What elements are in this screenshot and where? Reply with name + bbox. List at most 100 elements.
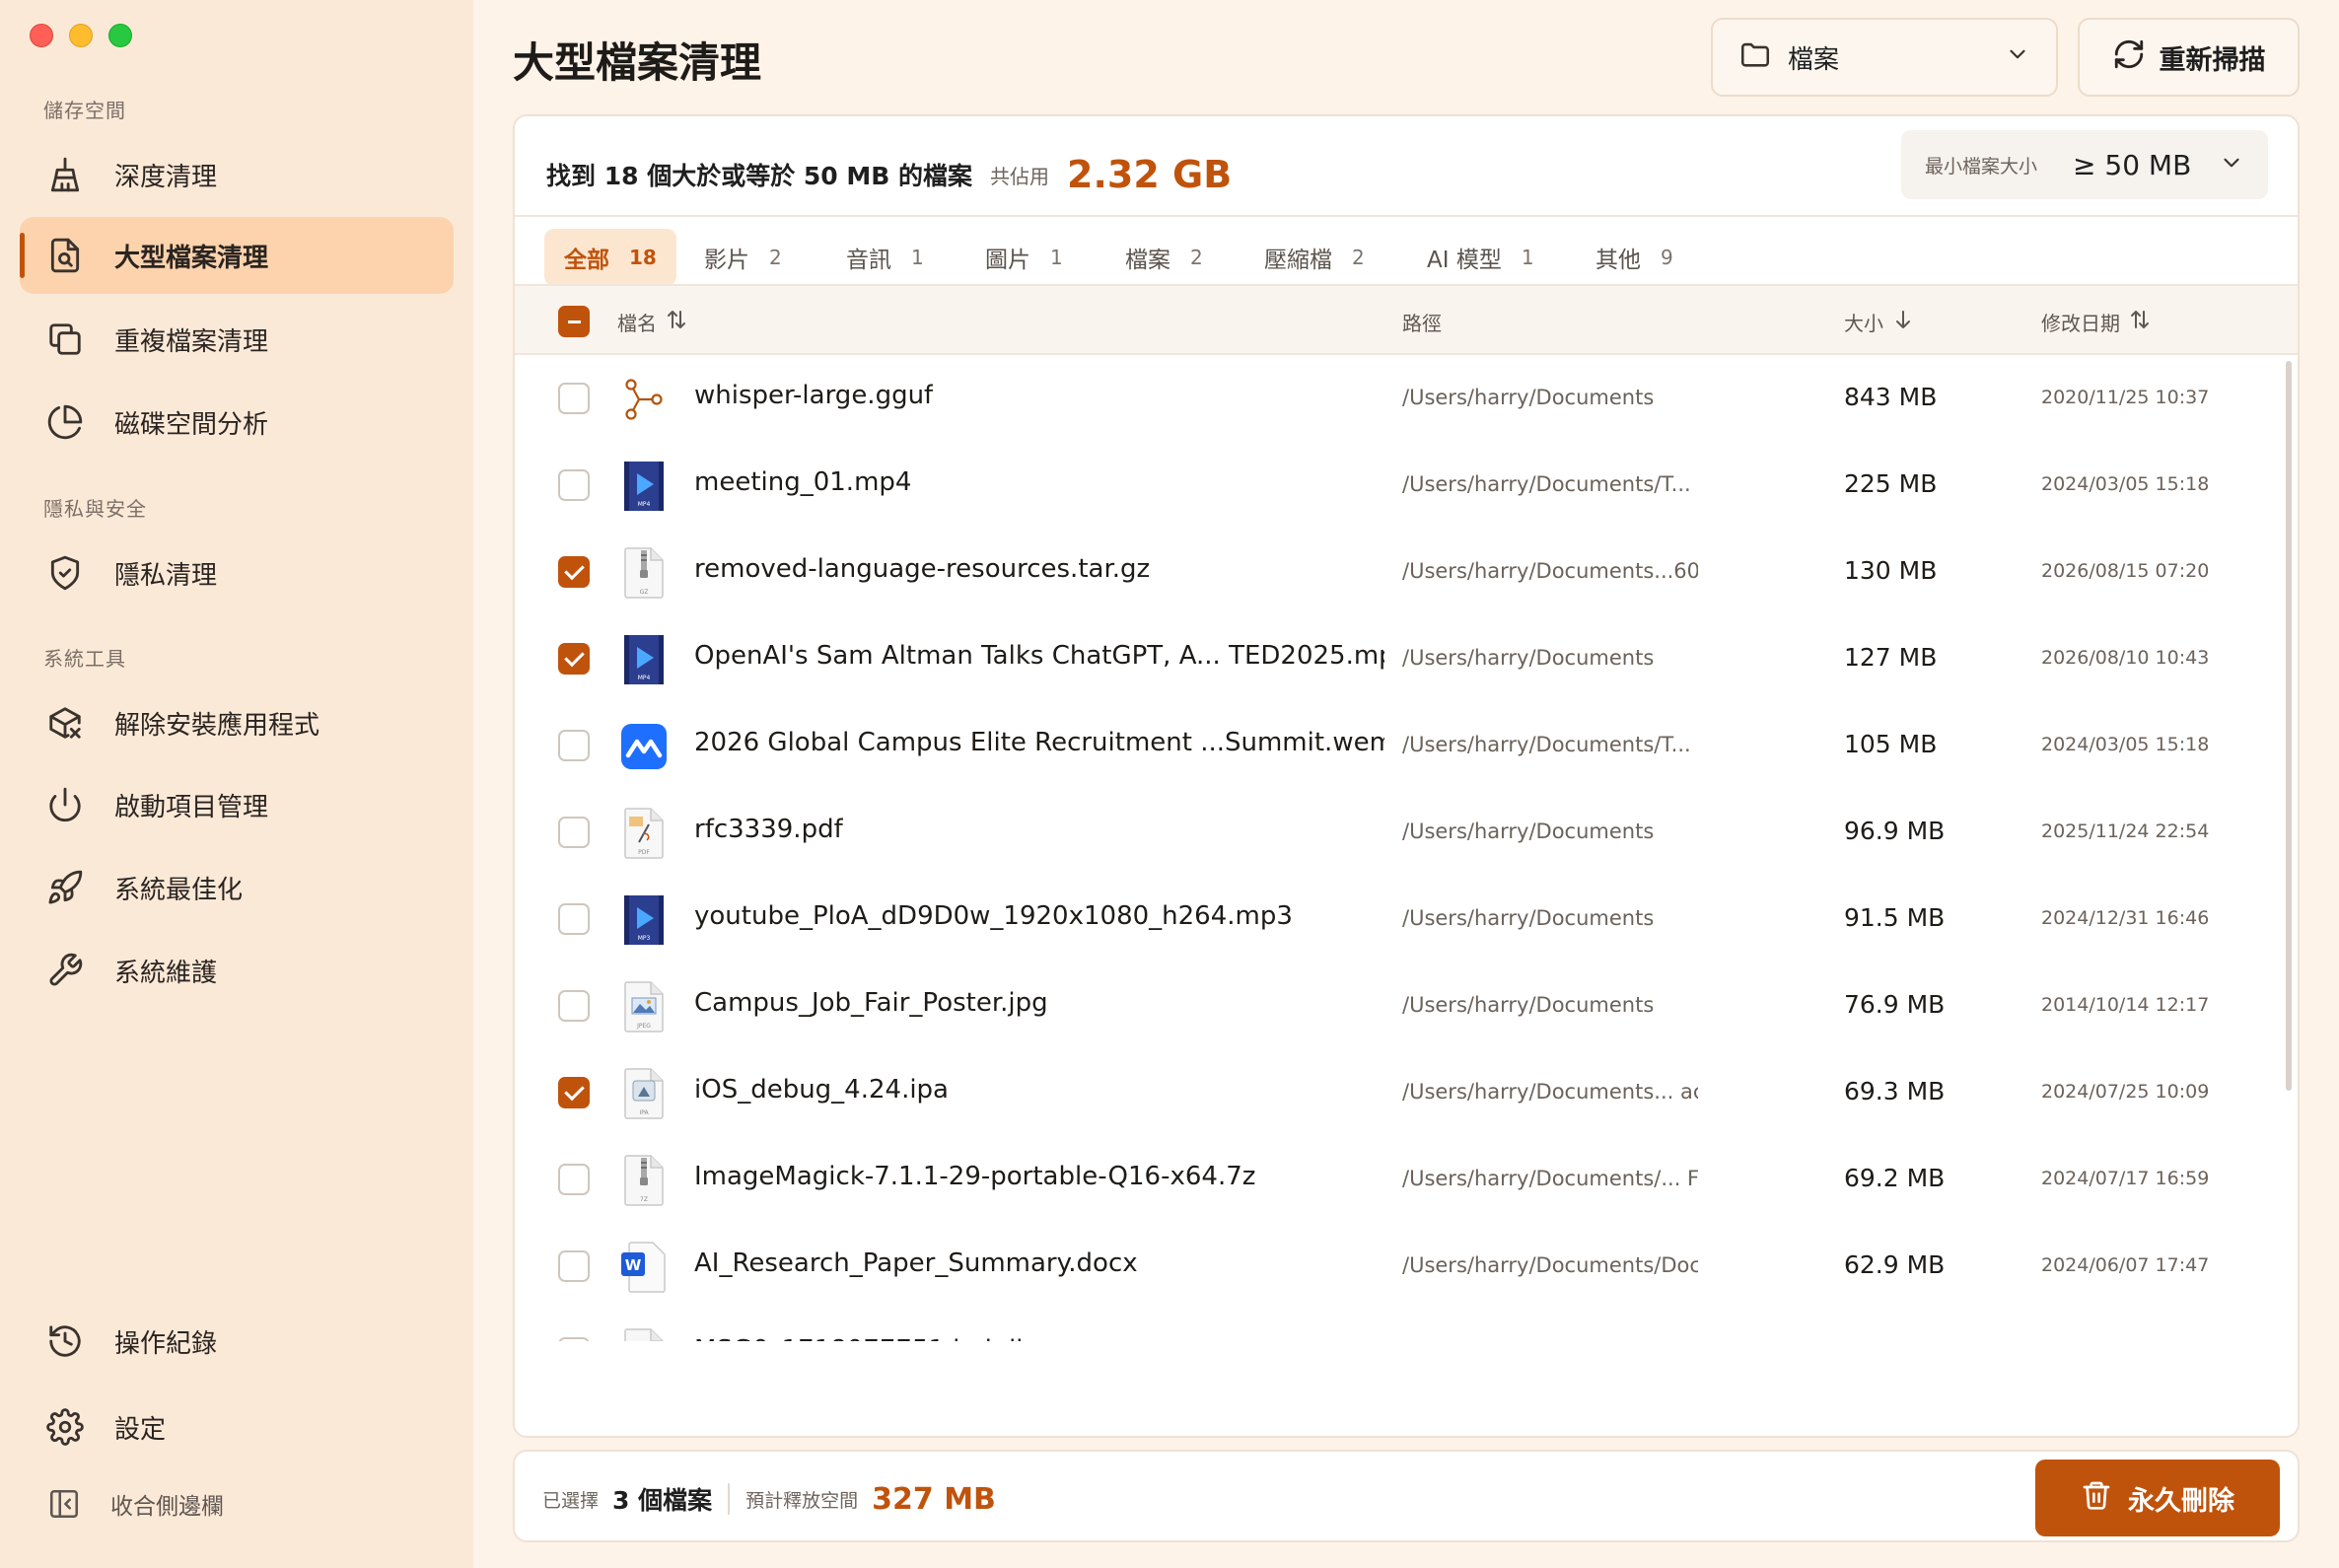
sidebar-item-large-files[interactable]: 大型檔案清理 (20, 217, 454, 294)
tab-count: 9 (1661, 246, 1673, 269)
mp3-file-icon: MP3 (619, 893, 669, 947)
row-checkbox[interactable] (558, 1077, 590, 1108)
tab-count: 2 (769, 246, 782, 269)
rescan-button[interactable]: 重新掃描 (2078, 18, 2300, 97)
scrollbar[interactable] (2286, 361, 2292, 1091)
table-row[interactable]: IPA iOS_debug_4.24.ipa /Users/harry/Docu… (515, 1049, 2298, 1136)
blank-file-icon (619, 1327, 669, 1341)
tab-count: 2 (1190, 246, 1203, 269)
minimize-window-button[interactable] (69, 24, 93, 47)
folder-icon (1738, 37, 1772, 78)
file-date: 2026/08/15 07:20 (2041, 560, 2210, 582)
table-row[interactable]: MSG0_1718077751.bakdb /Users/harry/Docum… (515, 1310, 2298, 1341)
tab-video[interactable]: 影片 2 (684, 229, 802, 286)
column-date[interactable]: 修改日期 (2041, 308, 2152, 336)
min-size-select[interactable]: 最小檔案大小 ≥ 50 MB (1901, 130, 2268, 199)
sidebar-item-label: 操作紀錄 (114, 1328, 218, 1359)
svg-text:MP3: MP3 (638, 935, 651, 942)
tab-label: 影片 (704, 248, 749, 273)
table-row[interactable]: W AI_Research_Paper_Summary.docx /Users/… (515, 1223, 2298, 1310)
row-checkbox[interactable] (558, 990, 590, 1022)
delete-label: 永久刪除 (2128, 1485, 2234, 1517)
table-row[interactable]: 2026 Global Campus Elite Recruitment ...… (515, 702, 2298, 789)
file-path: /Users/harry/Documents... ackage/debug (1402, 1080, 1698, 1104)
rocket-icon (45, 868, 85, 907)
tab-images[interactable]: 圖片 1 (965, 229, 1083, 286)
sidebar-item-deep-clean[interactable]: 深度清理 (20, 136, 454, 213)
row-checkbox[interactable] (558, 1250, 590, 1282)
occupied-label: 共佔用 (990, 164, 1050, 188)
file-table-body: whisper-large.gguf /Users/harry/Document… (515, 355, 2298, 1341)
sidebar-item-uninstall[interactable]: 解除安裝應用程式 (20, 684, 454, 761)
sidebar-item-maintenance[interactable]: 系統維護 (20, 932, 454, 1009)
file-path: /Users/harry/Documents/... sg/Multi/bak (1402, 1340, 1698, 1341)
sidebar-item-privacy-clean[interactable]: 隱私清理 (20, 535, 454, 611)
row-checkbox[interactable] (558, 903, 590, 935)
row-checkbox[interactable] (558, 1337, 590, 1341)
history-icon (45, 1321, 85, 1361)
file-path: /Users/harry/Documents (1402, 820, 1655, 843)
table-row[interactable]: MP4 meeting_01.mp4 /Users/harry/Document… (515, 442, 2298, 529)
divider (728, 1483, 731, 1515)
svg-text:MP4: MP4 (638, 501, 651, 508)
selected-label: 已選擇 (542, 1489, 600, 1512)
tab-count: 1 (911, 246, 924, 269)
row-checkbox[interactable] (558, 817, 590, 848)
file-size: 76.9 MB (1844, 990, 1946, 1019)
table-row[interactable]: 7Z ImageMagick-7.1.1-29-portable-Q16-x64… (515, 1136, 2298, 1223)
column-name[interactable]: 檔名 (617, 308, 688, 336)
tab-all[interactable]: 全部 18 (544, 229, 676, 286)
row-checkbox[interactable] (558, 1164, 590, 1195)
column-date-label: 修改日期 (2041, 312, 2120, 335)
sidebar-item-history[interactable]: 操作紀錄 (20, 1303, 454, 1380)
close-window-button[interactable] (30, 24, 53, 47)
sidebar-item-label: 系統最佳化 (114, 875, 244, 905)
found-text: 找到 18 個大於或等於 50 MB 的檔案 (546, 162, 973, 190)
shield-check-icon (45, 553, 85, 593)
sidebar-collapse-icon (47, 1487, 81, 1521)
file-path: /Users/harry/Documents (1402, 906, 1655, 930)
tab-ai-models[interactable]: AI 模型 1 (1407, 229, 1554, 286)
svg-text:PDF: PDF (638, 849, 650, 856)
archive-file-icon: 7Z (619, 1154, 669, 1207)
tab-archives[interactable]: 壓縮檔 2 (1244, 229, 1384, 286)
tab-count: 1 (1521, 246, 1534, 269)
file-path: /Users/harry/Documents/T... 5 14.01.31.4 (1402, 472, 1698, 496)
select-all-checkbox[interactable] (558, 306, 590, 337)
row-checkbox[interactable] (558, 643, 590, 675)
collapse-sidebar-button[interactable]: 收合側邊欄 (47, 1487, 224, 1521)
archive-file-icon: GZ (619, 546, 669, 600)
tab-other[interactable]: 其他 9 (1576, 229, 1693, 286)
sidebar-item-disk-analysis[interactable]: 磁碟空間分析 (20, 384, 454, 461)
sidebar-item-settings[interactable]: 設定 (20, 1389, 454, 1465)
tab-documents[interactable]: 檔案 2 (1105, 229, 1223, 286)
table-row[interactable]: MP3 youtube_PloA_dD9D0w_1920x1080_h264.m… (515, 876, 2298, 962)
row-checkbox[interactable] (558, 469, 590, 501)
table-row[interactable]: GZ removed-language-resources.tar.gz /Us… (515, 529, 2298, 615)
table-row[interactable]: whisper-large.gguf /Users/harry/Document… (515, 355, 2298, 442)
row-checkbox[interactable] (558, 383, 590, 414)
word-file-icon: W (619, 1241, 669, 1294)
file-size: 96.9 MB (1844, 817, 1946, 845)
zoom-window-button[interactable] (108, 24, 132, 47)
file-size: 69.2 MB (1844, 1164, 1946, 1192)
row-checkbox[interactable] (558, 730, 590, 761)
folder-type-select[interactable]: 檔案 (1711, 18, 2058, 97)
sidebar-item-optimize[interactable]: 系統最佳化 (20, 849, 454, 926)
table-row[interactable]: JPEG Campus_Job_Fair_Poster.jpg /Users/h… (515, 962, 2298, 1049)
sidebar-item-startup[interactable]: 啟動項目管理 (20, 766, 454, 843)
file-date: 2014/10/14 12:17 (2041, 994, 2210, 1016)
tab-label: 全部 (564, 248, 609, 273)
tab-audio[interactable]: 音訊 1 (826, 229, 944, 286)
sidebar-item-duplicates[interactable]: 重複檔案清理 (20, 301, 454, 378)
table-row[interactable]: MP4 OpenAI's Sam Altman Talks ChatGPT, A… (515, 615, 2298, 702)
table-row[interactable]: PDF rfc3339.pdf /Users/harry/Documents 9… (515, 789, 2298, 876)
delete-permanently-button[interactable]: 永久刪除 (2035, 1460, 2280, 1536)
chevron-down-icon (2005, 41, 2030, 74)
file-size: 62.9 MB (1844, 1337, 1945, 1341)
file-date: 2024/03/05 15:18 (2041, 473, 2210, 495)
sort-down-icon (1883, 308, 1915, 336)
row-checkbox[interactable] (558, 556, 590, 588)
sidebar-item-label: 啟動項目管理 (114, 792, 269, 822)
column-size[interactable]: 大小 (1844, 308, 1915, 336)
